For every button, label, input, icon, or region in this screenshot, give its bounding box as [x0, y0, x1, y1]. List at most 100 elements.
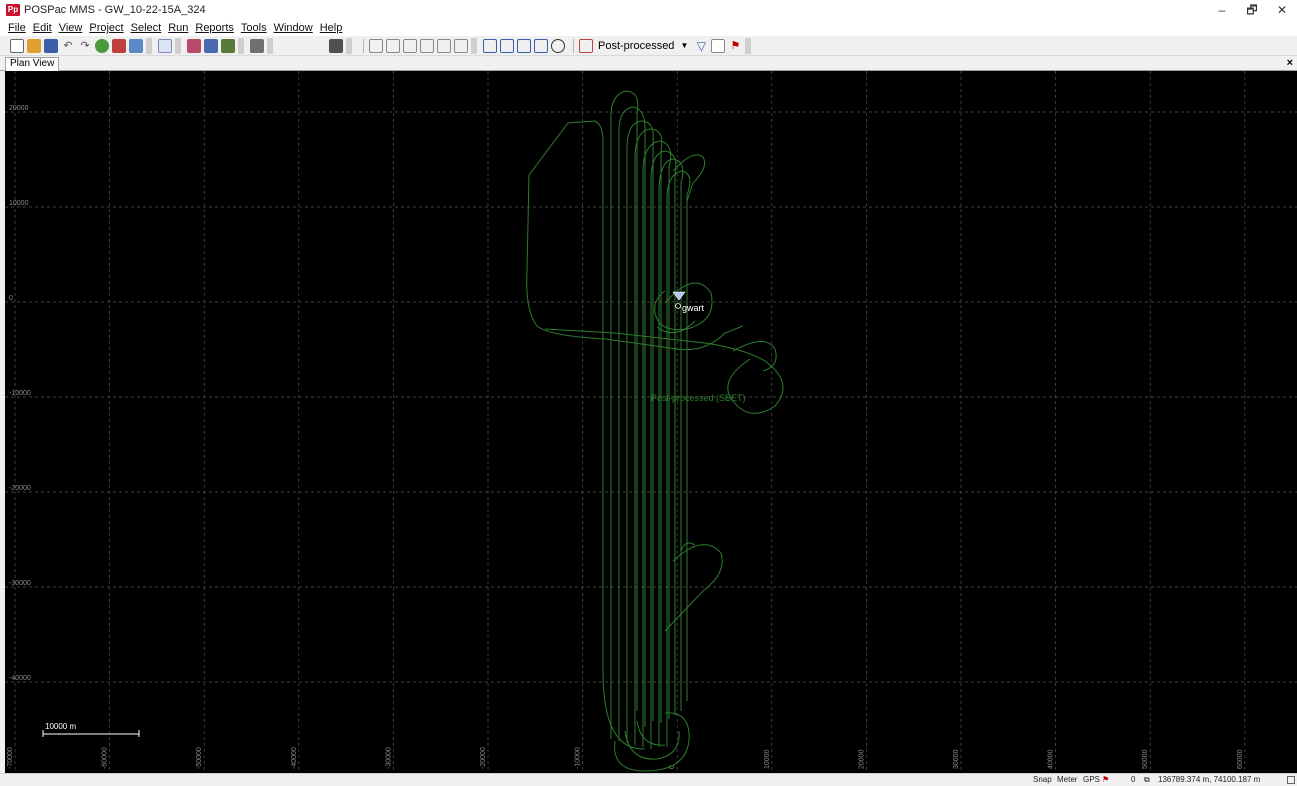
map-icon[interactable] [420, 38, 434, 53]
copy-icon[interactable] [204, 38, 218, 53]
menu-help[interactable]: Help [320, 22, 343, 34]
menu-tools[interactable]: Tools [241, 22, 267, 34]
main-toolbar: ↶ ↷ Post-processed ▼ ▽ ⚑ [0, 36, 1297, 56]
snap-toggle[interactable]: Snap [1033, 775, 1052, 785]
trajectory-label: Post-processed (SBET) [651, 393, 746, 403]
dropdown-toggle[interactable] [146, 37, 152, 54]
x-tick-label: 60000 [1237, 749, 1244, 769]
graph-icon[interactable] [579, 38, 593, 53]
base-station-marker[interactable]: gwart [672, 291, 705, 313]
import-icon[interactable] [95, 38, 109, 53]
menu-select[interactable]: Select [131, 22, 162, 34]
pospac-logo: Pp [6, 4, 20, 16]
x-tick-label: -60000 [102, 747, 109, 769]
zoom-in-icon[interactable] [483, 38, 497, 53]
title-bar: Pp POSPac MMS - GW_10-22-15A_324 – 🗗 ✕ [0, 0, 1297, 20]
window-title: POSPac MMS - GW_10-22-15A_324 [24, 4, 206, 16]
redo-icon[interactable]: ↷ [78, 39, 92, 53]
application-window: Pp POSPac MMS - GW_10-22-15A_324 – 🗗 ✕ F… [0, 0, 1297, 786]
dropdown-toggle[interactable] [238, 37, 244, 54]
chevron-down-icon: ▼ [680, 41, 689, 50]
y-tick-label: -40000 [9, 675, 31, 682]
x-tick-label: -10000 [575, 747, 582, 769]
menu-view[interactable]: View [59, 22, 83, 34]
x-tick-label: -30000 [385, 747, 392, 769]
x-tick-label: 10000 [764, 749, 771, 769]
y-tick-label: -10000 [9, 390, 31, 397]
filter-icon[interactable]: ▽ [694, 39, 708, 53]
menu-bar: File Edit View Project Select Run Report… [0, 20, 1297, 36]
zoom-extent-icon[interactable] [517, 38, 531, 53]
document-tabs: Plan View × [0, 56, 1297, 71]
y-tick-label: 0 [9, 295, 13, 302]
menu-reports[interactable]: Reports [195, 22, 234, 34]
gnss-icon[interactable] [112, 38, 126, 53]
menu-edit[interactable]: Edit [33, 22, 52, 34]
x-tick-label: -70000 [7, 747, 14, 769]
solution-mode-select[interactable]: Post-processed ▼ [596, 38, 691, 53]
x-tick-label: 40000 [1048, 749, 1055, 769]
axis-tick-labels: 20000 10000 0 -10000 -20000 -30000 -40000 -7000… [7, 105, 1244, 769]
plot-icon[interactable] [369, 38, 383, 53]
menu-window[interactable]: Window [274, 22, 313, 34]
open-icon[interactable] [27, 38, 41, 53]
x-tick-label: -40000 [291, 747, 298, 769]
toolbar-separator [573, 38, 574, 53]
settings-icon[interactable] [711, 38, 726, 53]
y-tick-label: -20000 [9, 485, 31, 492]
x-tick-label: 20000 [858, 749, 865, 769]
menu-file[interactable]: File [8, 22, 26, 34]
export-icon[interactable] [129, 38, 143, 53]
image-icon[interactable] [437, 38, 451, 53]
save-icon[interactable] [44, 38, 58, 53]
bars-icon[interactable] [403, 38, 417, 53]
plan-view-canvas[interactable]: 20000 10000 0 -10000 -20000 -30000 -40000 -7000… [5, 71, 1297, 773]
close-icon[interactable]: × [1287, 56, 1293, 70]
layers-icon[interactable] [158, 38, 172, 53]
camera-icon[interactable] [329, 38, 343, 53]
arrow-icon[interactable] [250, 38, 264, 53]
selection-count: 0 [1131, 775, 1136, 784]
dropdown-toggle[interactable] [346, 37, 352, 54]
scan-icon[interactable] [454, 38, 468, 53]
undo-icon[interactable]: ↶ [61, 39, 75, 53]
cursor-coordinates: 136789.374 m, 74100.187 m [1158, 775, 1261, 784]
trajectory-path [526, 90, 784, 772]
pan-icon[interactable] [534, 38, 548, 53]
scale-bar: 10000 m [42, 722, 140, 737]
y-tick-label: 10000 [9, 200, 29, 207]
units-indicator[interactable]: Meter [1057, 775, 1077, 785]
close-window-button[interactable]: ✕ [1267, 0, 1297, 20]
new-icon[interactable] [10, 38, 24, 53]
dropdown-toggle[interactable] [267, 37, 273, 54]
dropdown-toggle[interactable] [175, 37, 181, 54]
resize-grip-icon[interactable] [1287, 776, 1295, 784]
chart-icon[interactable] [386, 38, 400, 53]
dropdown-toggle[interactable] [745, 37, 752, 54]
flag-icon[interactable]: ⚑ [728, 39, 742, 53]
maximize-button[interactable]: 🗗 [1237, 0, 1267, 20]
tab-plan-view[interactable]: Plan View [5, 57, 60, 71]
station-icon[interactable] [187, 38, 201, 53]
solution-mode-value: Post-processed [598, 39, 675, 52]
menu-project[interactable]: Project [89, 22, 123, 34]
x-tick-label: 50000 [1142, 749, 1149, 769]
window-icon: ⧉ [1144, 775, 1150, 784]
refresh-icon[interactable] [551, 38, 565, 53]
time-indicator[interactable]: GPS [1083, 775, 1100, 785]
x-tick-label: -50000 [196, 747, 203, 769]
x-tick-label: -20000 [480, 747, 487, 769]
y-tick-label: -30000 [9, 580, 31, 587]
zoom-out-icon[interactable] [500, 38, 514, 53]
status-bar: Snap Meter GPS ⚑ 0 ⧉ 136789.374 m, 74100… [0, 773, 1297, 786]
base-station-label: gwart [682, 303, 705, 313]
y-tick-label: 20000 [9, 105, 29, 112]
scale-bar-label: 10000 m [45, 722, 76, 731]
pen-icon[interactable] [221, 38, 235, 53]
menu-run[interactable]: Run [168, 22, 188, 34]
minimize-button[interactable]: – [1207, 0, 1237, 20]
x-tick-label: 30000 [953, 749, 960, 769]
flag-status-icon: ⚑ [1102, 775, 1110, 784]
toolbar-separator [363, 38, 364, 53]
dropdown-toggle[interactable] [471, 37, 477, 54]
